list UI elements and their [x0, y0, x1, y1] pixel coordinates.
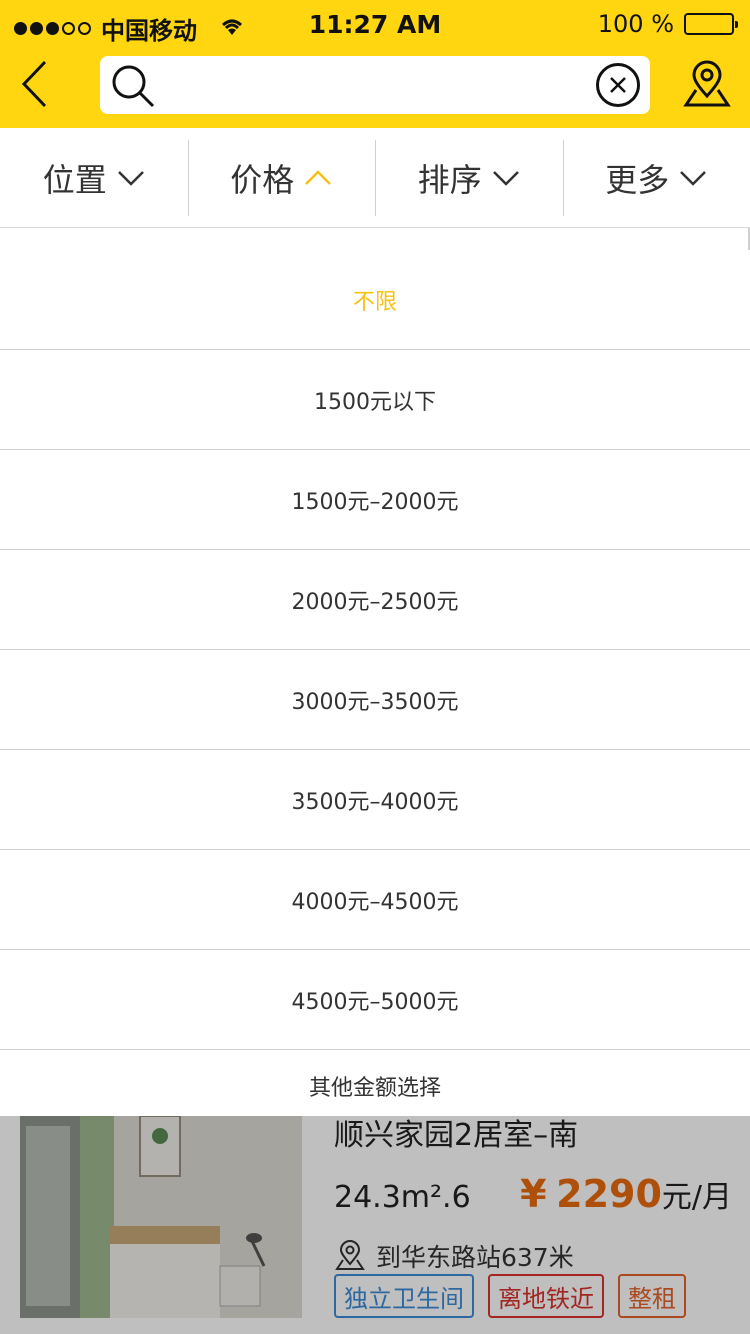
price-option[interactable]: 3500元–4000元: [0, 750, 750, 850]
battery-percent: 100 %: [597, 10, 674, 38]
close-icon: [610, 77, 626, 93]
tab-price[interactable]: 价格: [187, 128, 376, 227]
search-icon: [112, 65, 155, 108]
clear-search-button[interactable]: [596, 63, 640, 107]
chevron-down-icon: [117, 170, 144, 186]
filter-tabs: 位置 价格 排序 更多: [0, 128, 750, 228]
search-input[interactable]: [162, 64, 582, 106]
tab-label: 价格: [230, 160, 295, 199]
price-option[interactable]: 1500元以下: [0, 350, 750, 450]
price-option[interactable]: 4500元–5000元: [0, 950, 750, 1050]
price-option[interactable]: 不限: [0, 228, 750, 350]
price-option[interactable]: 2000元–2500元: [0, 550, 750, 650]
tab-more[interactable]: 更多: [562, 128, 750, 227]
battery-icon: [684, 13, 738, 35]
price-option[interactable]: 3000元–3500元: [0, 650, 750, 750]
status-bar: 中国移动 11:27 AM 100 %: [0, 0, 750, 50]
price-option[interactable]: 1500元–2000元: [0, 450, 750, 550]
tab-label: 位置: [42, 160, 107, 199]
tab-sort[interactable]: 排序: [375, 128, 563, 227]
chevron-down-icon: [492, 170, 519, 186]
price-option[interactable]: 4000元–4500元: [0, 850, 750, 950]
chevron-left-icon: [21, 60, 47, 108]
tab-label: 更多: [605, 160, 670, 199]
chevron-up-icon: [305, 169, 332, 185]
other-amount-option[interactable]: 其他金额选择: [0, 1050, 750, 1114]
tab-location[interactable]: 位置: [0, 128, 188, 227]
back-button[interactable]: [14, 56, 54, 112]
map-pin-icon: [683, 60, 731, 107]
tab-label: 排序: [417, 160, 482, 199]
header: 中国移动 11:27 AM 100 %: [0, 0, 750, 128]
price-dropdown: 不限 1500元以下 1500元–2000元 2000元–2500元 3000元…: [0, 228, 750, 1116]
location-button[interactable]: [682, 60, 732, 112]
search-bar: [100, 56, 650, 114]
chevron-down-icon: [680, 170, 707, 186]
